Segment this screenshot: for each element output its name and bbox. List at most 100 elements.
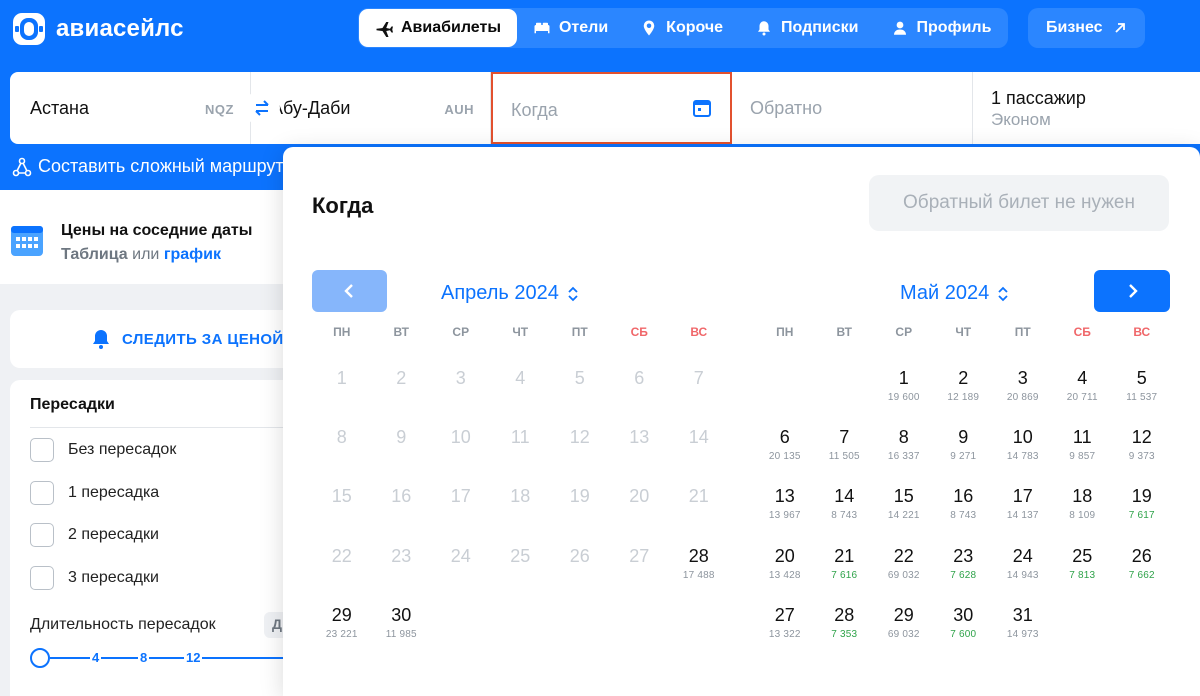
day-price: 7 628 [950, 569, 977, 581]
checkbox[interactable] [30, 438, 54, 462]
nearby-chart-link[interactable]: график [164, 246, 221, 263]
calendar-day[interactable]: 4 20 711 [1053, 367, 1113, 426]
prev-month-button[interactable] [312, 270, 387, 312]
day-price: 7 813 [1069, 569, 1096, 581]
calendar-day: 3 [431, 367, 491, 426]
calendar-day[interactable]: 24 14 943 [993, 545, 1053, 604]
calendar-day[interactable]: 25 7 813 [1053, 545, 1113, 604]
destination-value: Абу-Даби [270, 98, 351, 118]
calendar-day[interactable]: 6 20 135 [755, 426, 815, 485]
calendar-day[interactable]: 11 9 857 [1053, 426, 1113, 485]
transfer-option-2[interactable]: 2 пересадки 1 [30, 523, 292, 547]
day-price: 13 428 [768, 569, 801, 581]
day-number: 12 [1131, 427, 1152, 448]
checkbox[interactable] [30, 523, 54, 547]
calendar-day[interactable]: 26 7 662 [1112, 545, 1172, 604]
swap-button[interactable] [244, 90, 280, 126]
nav-subscriptions-label: Подписки [781, 19, 859, 36]
day-price: 8 743 [831, 510, 858, 522]
return-date-field[interactable]: Обратно [732, 72, 973, 144]
weekday-label: СР [452, 325, 470, 339]
next-month-button[interactable] [1094, 270, 1170, 312]
calendar-day[interactable]: 29 69 032 [874, 604, 934, 663]
month-select-may[interactable]: Май 2024 [900, 282, 1009, 305]
day-number: 29 [893, 604, 914, 625]
calendar-day[interactable]: 30 7 600 [934, 604, 994, 663]
destination-field[interactable]: Абу-Даби AUH [250, 72, 491, 144]
calendar-day[interactable]: 7 11 505 [815, 426, 875, 485]
calendar-day[interactable]: 27 13 322 [755, 604, 815, 663]
day-number: 23 [391, 545, 412, 566]
passengers-field[interactable]: 1 пассажир Эконом [972, 72, 1200, 144]
calendar-day[interactable]: 2 12 189 [934, 367, 994, 426]
day-number: 10 [1012, 427, 1033, 448]
transfer-option-1[interactable]: 1 пересадка 1 [30, 481, 292, 505]
month-select-april[interactable]: Апрель 2024 [441, 282, 579, 305]
transfer-option-3[interactable]: 3 пересадки 3 [30, 566, 292, 590]
calendar-day[interactable]: 17 14 137 [993, 485, 1053, 544]
date-picker-title: Когда [312, 193, 374, 218]
day-price: 13 967 [768, 510, 801, 522]
calendar-day[interactable]: 10 14 783 [993, 426, 1053, 485]
origin-field[interactable]: Астана NQZ [10, 72, 280, 144]
calendar-day[interactable]: 12 9 373 [1112, 426, 1172, 485]
calendar-day[interactable]: 8 16 337 [874, 426, 934, 485]
day-price: 69 032 [887, 569, 920, 581]
nav-short-label: Короче [666, 19, 724, 36]
days-grid: 1 19 600 2 12 189 3 20 869 4 20 711 5 11 537 6 20 1… [755, 367, 1172, 663]
calendar-day[interactable]: 14 8 743 [815, 485, 875, 544]
nearby-or-text: или [132, 246, 160, 263]
business-button[interactable]: Бизнес [1028, 8, 1145, 48]
departure-date-field[interactable]: Когда [490, 72, 732, 144]
calendar-day[interactable]: 29 23 221 [312, 604, 372, 663]
day-number: 4 [515, 368, 526, 388]
calendar-day[interactable]: 5 11 537 [1112, 367, 1172, 426]
calendar-day[interactable]: 31 14 973 [993, 604, 1053, 663]
day-price: 7 662 [1128, 569, 1155, 581]
calendar-day: 18 [491, 485, 551, 544]
nearby-table-link[interactable]: Таблица [61, 246, 128, 263]
calendar-day[interactable]: 28 17 488 [669, 545, 729, 604]
no-return-button[interactable]: Обратный билет не нужен [869, 175, 1169, 231]
duration-slider[interactable]: 4 8 12 [30, 646, 300, 670]
calendar-day: 10 [431, 426, 491, 485]
calendar-day[interactable]: 19 7 617 [1112, 485, 1172, 544]
day-number: 8 [336, 427, 347, 448]
nav-short[interactable]: Короче [624, 9, 739, 47]
calendar-day[interactable]: 30 11 985 [372, 604, 432, 663]
calendar-day[interactable]: 21 7 616 [815, 545, 875, 604]
calendar-day[interactable]: 13 13 967 [755, 485, 815, 544]
calendar-day[interactable]: 23 7 628 [934, 545, 994, 604]
day-number: 25 [510, 545, 531, 566]
complex-route-link[interactable]: Составить сложный маршрут [12, 156, 284, 177]
day-number: 2 [396, 368, 407, 388]
nav-subscriptions[interactable]: Подписки [739, 9, 874, 47]
checkbox[interactable] [30, 566, 54, 590]
nav-hotels[interactable]: Отели [517, 9, 624, 47]
calendar-day[interactable]: 28 7 353 [815, 604, 875, 663]
day-price: 7 617 [1128, 510, 1155, 522]
day-number: 21 [834, 545, 855, 566]
calendar-day[interactable]: 22 69 032 [874, 545, 934, 604]
transfer-option-none[interactable]: Без пересадок [30, 438, 176, 462]
calendar-day[interactable]: 1 19 600 [874, 367, 934, 426]
nearby-dates-card[interactable]: Цены на соседние даты Таблица или график [0, 190, 290, 284]
calendar-day: 19 [550, 485, 610, 544]
calendar-day[interactable]: 9 9 271 [934, 426, 994, 485]
calendar-day[interactable]: 18 8 109 [1053, 485, 1113, 544]
slider-handle[interactable] [30, 648, 50, 668]
nav-flights[interactable]: Авиабилеты [359, 9, 517, 47]
watch-price-button[interactable]: СЛЕДИТЬ ЗА ЦЕНОЙ [10, 310, 300, 368]
nearby-dates-subtitle: Таблица или график [61, 246, 221, 264]
calendar-day[interactable]: 15 14 221 [874, 485, 934, 544]
checkbox[interactable] [30, 481, 54, 505]
calendar-day[interactable]: 16 8 743 [934, 485, 994, 544]
logo[interactable]: авиасейлс [12, 12, 184, 46]
business-label: Бизнес [1046, 19, 1103, 36]
calendar-day[interactable]: 3 20 869 [993, 367, 1053, 426]
day-number: 28 [834, 604, 855, 625]
nav-profile[interactable]: Профиль [875, 9, 1008, 47]
day-number: 22 [331, 545, 352, 566]
departure-date-placeholder: Когда [510, 100, 558, 120]
calendar-day[interactable]: 20 13 428 [755, 545, 815, 604]
